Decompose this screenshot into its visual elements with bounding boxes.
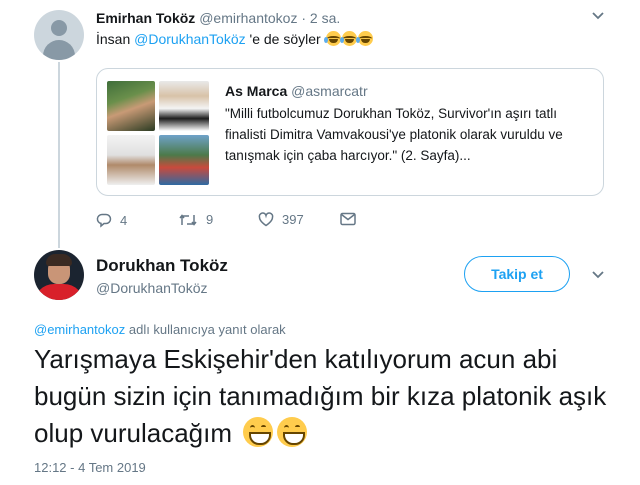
tweet1-separator: · [301, 10, 307, 26]
default-avatar-body [43, 40, 75, 60]
tears-of-joy-emoji-icon [339, 31, 357, 46]
tweet1-chevron-down-icon[interactable] [592, 12, 604, 20]
retweet-icon [179, 213, 197, 226]
grinning-face-emoji-icon [243, 417, 274, 447]
quote-author-handle: @asmarcatr [291, 83, 368, 99]
tears-of-joy-emoji-icon [355, 31, 373, 46]
heart-icon [258, 212, 274, 227]
tweet2-chevron-down-icon[interactable] [592, 271, 604, 279]
avatar-hair [46, 254, 72, 266]
retweet-count: 9 [206, 212, 214, 227]
reply-button[interactable]: 4 [96, 212, 127, 228]
tweet1-text: İnsan @DorukhanToköz 'e de söyler [96, 31, 373, 47]
tweet1-mention[interactable]: @DorukhanToköz [134, 31, 246, 47]
tweet2-timestamp[interactable]: 12:12 - 4 Tem 2019 [34, 460, 146, 475]
replying-to-line: @emirhantokoz adlı kullanıcıya yanıt ola… [34, 322, 286, 337]
tweet1-time[interactable]: 2 sa. [310, 10, 340, 26]
quote-text: "Milli futbolcumuz Dorukhan Toköz, Survi… [225, 106, 563, 163]
avatar-dorukhan[interactable] [34, 250, 84, 300]
reply-to-suffix: adlı kullanıcıya yanıt olarak [125, 322, 286, 337]
tweet2-author-handle[interactable]: @DorukhanToköz [96, 280, 208, 296]
tweet1-header: Emirhan Toköz @emirhantokoz · 2 sa. [96, 10, 340, 26]
avatar-shirt [34, 284, 84, 300]
quote-photo-4[interactable] [159, 135, 209, 185]
quote-header: As Marca @asmarcatr [225, 83, 368, 99]
quoted-tweet-card[interactable]: As Marca @asmarcatr "Milli futbolcumuz D… [96, 68, 604, 196]
tweet2-text: Yarışmaya Eskişehir'den katılıyorum acun… [34, 341, 624, 452]
quote-photo-3[interactable] [107, 135, 155, 185]
default-avatar-head [51, 20, 67, 36]
reply-to-mention[interactable]: @emirhantokoz [34, 322, 125, 337]
tweet2-text-body: Yarışmaya Eskişehir'den katılıyorum acun… [34, 344, 607, 448]
tweet1-author-name[interactable]: Emirhan Toköz [96, 10, 195, 26]
grinning-face-emoji-icon [277, 417, 308, 447]
envelope-icon [340, 212, 356, 226]
tweet2-author-name[interactable]: Dorukhan Toköz [96, 256, 228, 276]
quote-photo-2[interactable] [159, 81, 209, 131]
tweet1-author-handle[interactable]: @emirhantokoz [199, 10, 297, 26]
quote-author-name: As Marca [225, 83, 288, 99]
like-button[interactable]: 397 [258, 212, 304, 227]
direct-message-button[interactable] [340, 212, 356, 226]
quote-photo-1[interactable] [107, 81, 155, 131]
thread-connector-line [58, 62, 60, 248]
reply-count: 4 [120, 212, 128, 228]
tears-of-joy-emoji-icon [323, 31, 341, 46]
follow-button[interactable]: Takip et [464, 256, 570, 292]
reply-icon [96, 213, 112, 228]
avatar-emirhan[interactable] [34, 10, 84, 60]
tweet1-text-prefix: İnsan [96, 31, 135, 47]
retweet-button[interactable]: 9 [178, 212, 213, 227]
tweet1-text-suffix: 'e de söyler [245, 31, 321, 47]
like-count: 397 [282, 212, 304, 227]
